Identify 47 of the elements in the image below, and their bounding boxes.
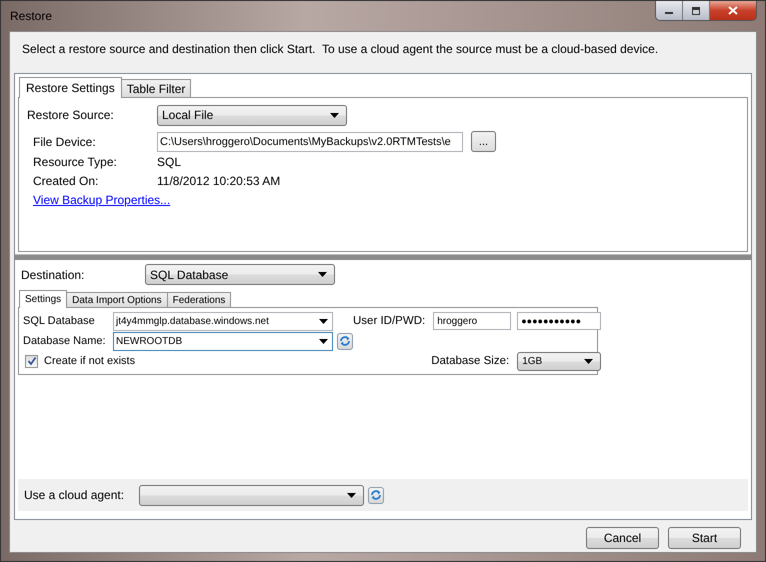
maximize-button[interactable] xyxy=(683,1,710,20)
tab[interactable]: Restore Settings xyxy=(19,77,122,98)
field-label: SQL Database xyxy=(23,315,96,327)
caret-icon xyxy=(584,358,594,364)
instruction-text: Select a restore source and destination then click Start. To use a cloud agent the source must be a cloud-based device. xyxy=(22,42,660,56)
close-icon xyxy=(728,6,738,15)
field-label: Resource Type: xyxy=(33,155,118,169)
field-label: Created On: xyxy=(33,174,100,188)
caret-icon xyxy=(330,112,339,118)
start-button[interactable]: Start xyxy=(668,527,741,549)
resource-type-value: SQL xyxy=(157,155,182,169)
destination-dropdown[interactable]: SQL Database xyxy=(145,264,335,285)
user-id-field[interactable]: hroggero xyxy=(433,312,512,330)
sql-database-dropdown[interactable]: jt4y4mmglp.database.windows.net xyxy=(113,312,333,330)
tab[interactable]: Federations xyxy=(166,292,232,307)
field-label: Destination: xyxy=(20,268,86,282)
browse-button[interactable]: ... xyxy=(471,131,496,152)
field-label: User ID/PWD: xyxy=(353,315,426,327)
minimize-button[interactable] xyxy=(656,1,683,20)
database-name-dropdown[interactable]: NEWROOTDB xyxy=(113,332,333,350)
password-field[interactable]: ●●●●●●●●●●● xyxy=(517,312,602,330)
restore-source-dropdown[interactable]: Local File xyxy=(157,104,347,126)
caret-icon xyxy=(319,318,328,324)
maximize-icon xyxy=(691,6,701,14)
caret-icon xyxy=(347,492,356,498)
tab[interactable]: Table Filter xyxy=(120,79,192,97)
tab[interactable]: Data Import Options xyxy=(66,292,168,307)
created-on-value: 11/8/2012 10:20:53 AM xyxy=(157,174,280,188)
window-title: Restore xyxy=(9,9,52,23)
caret-icon xyxy=(319,338,328,344)
caret-icon xyxy=(318,272,327,277)
field-label: Database Size: xyxy=(431,355,510,367)
tab[interactable]: Settings xyxy=(19,290,68,308)
checkbox-label: Create if not exists xyxy=(44,355,136,367)
checkbox[interactable] xyxy=(25,354,38,368)
file-path-field[interactable]: C:\Users\hroggero\Documents\MyBackups\v2.0RTMTests\e xyxy=(157,132,463,152)
database-size-dropdown[interactable]: 1GB xyxy=(517,352,602,370)
refresh-button[interactable] xyxy=(337,332,353,350)
close-button[interactable] xyxy=(710,1,756,20)
field-label: Use a cloud agent: xyxy=(24,488,126,502)
field-label: File Device: xyxy=(33,134,97,148)
view-backup-properties-link[interactable]: View Backup Properties... xyxy=(33,193,170,207)
field-label: Restore Source: xyxy=(27,108,115,122)
cancel-button[interactable]: Cancel xyxy=(586,527,659,549)
cloud-agent-dropdown[interactable] xyxy=(139,484,364,506)
field-label: Database Name: xyxy=(23,335,107,347)
refresh-button[interactable] xyxy=(368,486,384,504)
